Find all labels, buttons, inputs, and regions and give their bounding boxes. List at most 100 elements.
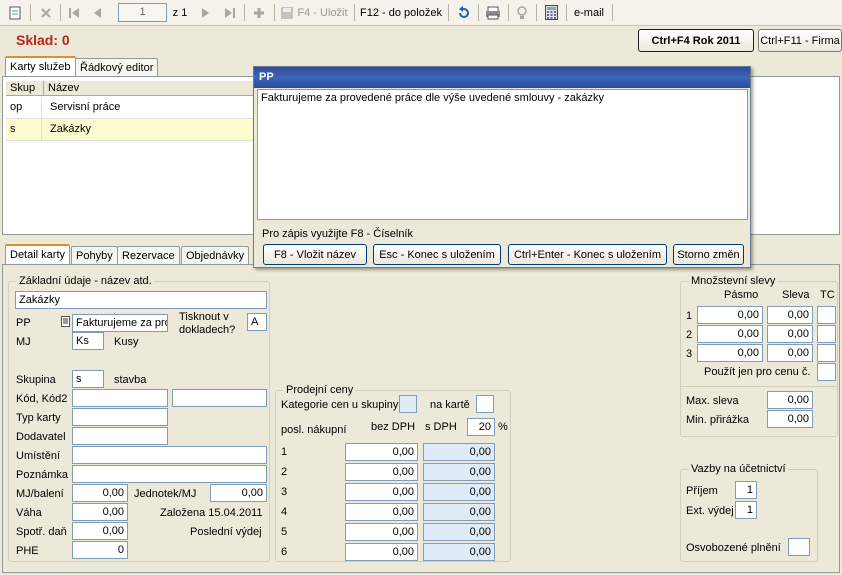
mj-input[interactable]: Ks	[72, 332, 104, 350]
dodavatel-input[interactable]	[72, 427, 168, 445]
umisteni-input[interactable]	[72, 446, 267, 464]
cancel-changes-button[interactable]: Storno změn	[673, 244, 744, 265]
discount-band-1[interactable]: 0,00	[697, 306, 763, 324]
price-without-vat-5[interactable]: 0,00	[345, 523, 418, 541]
discount-band-2[interactable]: 0,00	[697, 325, 763, 343]
tab-pohyby[interactable]: Pohyby	[71, 246, 118, 265]
poznamka-input[interactable]	[72, 465, 267, 483]
quantity-discounts-title: Množstevní slevy	[689, 275, 778, 287]
discount-value-3[interactable]: 0,00	[767, 344, 813, 362]
vaha-input[interactable]: 0,00	[72, 503, 128, 521]
tab-detail-karty[interactable]: Detail karty	[5, 244, 71, 265]
tab-objednavky[interactable]: Objednávky	[181, 246, 250, 265]
discount-tc-1[interactable]	[817, 306, 836, 324]
price-with-vat-2[interactable]: 0,00	[423, 463, 495, 481]
jednotek-input[interactable]: 0,00	[210, 484, 267, 502]
price-category-group-input[interactable]	[399, 395, 417, 413]
phe-input[interactable]: 0	[72, 541, 128, 559]
save-button[interactable]: F4 - Uložit	[280, 3, 348, 22]
price-without-vat-1[interactable]: 0,00	[345, 443, 418, 461]
popup-titlebar[interactable]: PP	[254, 67, 750, 88]
popup-title: PP	[259, 71, 274, 83]
price-row-number: 1	[281, 446, 288, 458]
print-icon[interactable]	[484, 3, 502, 22]
price-with-vat-6[interactable]: 0,00	[423, 543, 495, 561]
undo-icon[interactable]	[455, 3, 473, 22]
page-number-input[interactable]: 1	[118, 3, 167, 22]
with-vat-label: s DPH	[425, 421, 457, 433]
new-record-icon[interactable]	[6, 3, 24, 22]
tab-karty-sluzeb[interactable]: Karty služeb	[5, 56, 76, 77]
price-with-vat-1[interactable]: 0,00	[423, 443, 495, 461]
min-markup-input[interactable]: 0,00	[767, 410, 813, 428]
price-without-vat-6[interactable]: 0,00	[345, 543, 418, 561]
toolbar: 1 z 1 F4 - Uložit F12 - do položek e-mai…	[0, 0, 842, 26]
memo-textarea[interactable]: Fakturujeme za provedené práce dle výše …	[257, 89, 748, 220]
to-items-button[interactable]: F12 - do položek	[360, 3, 442, 22]
discount-band-3[interactable]: 0,00	[697, 344, 763, 362]
column-header-nazev[interactable]: Název	[48, 82, 79, 94]
vat-rate-input[interactable]: 20	[467, 418, 495, 436]
umisteni-label: Umístění	[16, 450, 61, 462]
ctrl-enter-save-button[interactable]: Ctrl+Enter - Konec s uložením	[508, 244, 667, 265]
kod-input[interactable]	[72, 389, 168, 407]
insert-name-button[interactable]: F8 - Vložit název	[263, 244, 367, 265]
calculator-icon[interactable]	[542, 3, 560, 22]
external-issue-input[interactable]: 1	[735, 501, 757, 519]
previous-record-icon[interactable]	[90, 3, 106, 22]
esc-save-button[interactable]: Esc - Konec s uložením	[373, 244, 501, 265]
first-record-icon[interactable]	[66, 3, 82, 22]
table-row[interactable]: op Servisní práce	[6, 97, 259, 119]
firm-button[interactable]: Ctrl+F11 - Firma	[758, 29, 842, 52]
discount-row-number: 3	[686, 348, 693, 360]
pp-input[interactable]: Fakturujeme za prov	[72, 314, 168, 332]
column-header-skup[interactable]: Skup	[10, 82, 35, 94]
hint-icon[interactable]	[513, 3, 531, 22]
price-with-vat-5[interactable]: 0,00	[423, 523, 495, 541]
discount-label: Sleva	[782, 289, 810, 301]
toolbar-separator	[612, 4, 613, 21]
toolbar-separator	[478, 4, 479, 21]
price-category-card-input[interactable]	[476, 395, 494, 413]
name-input[interactable]: Zakázky	[15, 291, 267, 309]
discount-row-number: 1	[686, 310, 693, 322]
typ-karty-input[interactable]	[72, 408, 168, 426]
last-record-icon[interactable]	[222, 3, 238, 22]
price-with-vat-4[interactable]: 0,00	[423, 503, 495, 521]
max-discount-label: Max. sleva	[686, 395, 739, 407]
only-price-label: Použít jen pro cenu č.	[704, 366, 811, 378]
discount-value-2[interactable]: 0,00	[767, 325, 813, 343]
next-record-icon[interactable]	[198, 3, 214, 22]
exempt-supply-label: Osvobozené plnění	[686, 542, 781, 554]
last-purchase-label: posl. nákupní	[281, 424, 347, 436]
print-in-documents-input[interactable]: A	[247, 313, 267, 331]
price-with-vat-3[interactable]: 0,00	[423, 483, 495, 501]
skupina-input[interactable]: s	[72, 370, 104, 388]
discount-value-1[interactable]: 0,00	[767, 306, 813, 324]
print-label-line1: Tisknout v	[179, 311, 229, 323]
price-without-vat-4[interactable]: 0,00	[345, 503, 418, 521]
delete-icon[interactable]	[37, 3, 55, 22]
kod2-input[interactable]	[172, 389, 267, 407]
discount-row-number: 2	[686, 329, 693, 341]
year-button[interactable]: Ctrl+F4 Rok 2011	[638, 29, 754, 52]
created-date: Založena 15.04.2011	[160, 507, 263, 519]
skupina-label: Skupina	[16, 374, 56, 386]
tab-radkovy-editor[interactable]: Řádkový editor	[75, 58, 159, 77]
max-discount-input[interactable]: 0,00	[767, 391, 813, 409]
spotrebni-dan-input[interactable]: 0,00	[72, 522, 128, 540]
mj-baleni-input[interactable]: 0,00	[72, 484, 128, 502]
price-without-vat-3[interactable]: 0,00	[345, 483, 418, 501]
email-button[interactable]: e-mail	[572, 3, 606, 22]
price-without-vat-2[interactable]: 0,00	[345, 463, 418, 481]
tab-rezervace[interactable]: Rezervace	[117, 246, 180, 265]
mj-text: Kusy	[114, 336, 139, 348]
discount-tc-3[interactable]	[817, 344, 836, 362]
income-input[interactable]: 1	[735, 481, 757, 499]
exempt-supply-input[interactable]	[788, 538, 810, 556]
table-row-selected[interactable]: s Zakázky	[6, 119, 259, 141]
memo-icon[interactable]	[61, 316, 70, 327]
discount-tc-2[interactable]	[817, 325, 836, 343]
only-price-input[interactable]	[817, 363, 836, 381]
add-icon[interactable]	[250, 3, 268, 22]
